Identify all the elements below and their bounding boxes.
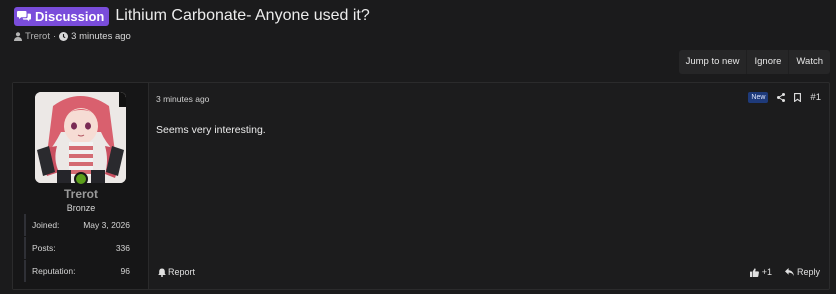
prefix-label: Discussion: [35, 8, 105, 24]
bookmark-icon[interactable]: [794, 93, 802, 102]
report-label: Report: [168, 267, 196, 277]
thread-header: Discussion Lithium Carbonate- Anyone use…: [14, 6, 370, 42]
online-status-indicator: [74, 172, 88, 186]
user-icon: [14, 32, 22, 41]
stat-value: 96: [120, 266, 130, 276]
post-date[interactable]: 3 minutes ago: [156, 94, 209, 104]
reply-icon: [784, 268, 794, 276]
post-actions-top: New #1: [748, 92, 821, 103]
reply-button[interactable]: Reply: [784, 267, 820, 277]
post-body: Seems very interesting.: [156, 124, 266, 136]
thread-author-link[interactable]: Trerot: [25, 31, 50, 42]
thread-title: Lithium Carbonate- Anyone used it?: [115, 7, 370, 24]
thread-title-row: Discussion Lithium Carbonate- Anyone use…: [14, 6, 370, 26]
bell-icon: [158, 268, 166, 277]
report-link[interactable]: Report: [158, 267, 195, 277]
post-main: 3 minutes ago New #1 Seems very interest…: [150, 83, 829, 289]
post-actions-bottom: +1 Reply: [749, 267, 820, 277]
stat-row-posts: Posts: 336: [24, 237, 135, 259]
thread-meta: Trerot · 3 minutes ago: [14, 31, 370, 42]
thread-button-group: Jump to new Ignore Watch: [678, 50, 830, 74]
new-badge: New: [748, 92, 769, 103]
chat-bubbles-icon: [17, 10, 31, 22]
ignore-button[interactable]: Ignore: [746, 50, 788, 74]
stat-label: Reputation:: [32, 266, 76, 276]
meta-separator: ·: [52, 31, 57, 42]
user-title: Bronze: [66, 203, 96, 213]
reply-label: Reply: [796, 267, 820, 277]
react-button[interactable]: +1: [749, 267, 772, 277]
stat-value: May 3, 2026: [83, 220, 130, 230]
post: Trerot Bronze Joined: May 3, 2026 Posts:…: [12, 82, 830, 290]
post-user-cell: Trerot Bronze Joined: May 3, 2026 Posts:…: [13, 83, 149, 289]
share-icon[interactable]: [777, 93, 786, 102]
stat-value[interactable]: 336: [116, 243, 130, 253]
user-stats: Joined: May 3, 2026 Posts: 336 Reputatio…: [24, 214, 135, 283]
watch-button[interactable]: Watch: [788, 50, 830, 74]
avatar[interactable]: [35, 92, 126, 183]
stat-label: Joined:: [32, 220, 60, 230]
reaction-label: +1: [761, 267, 772, 277]
stat-row-reputation: Reputation: 96: [24, 260, 135, 282]
stat-label: Posts:: [32, 243, 56, 253]
thread-start-date[interactable]: 3 minutes ago: [71, 31, 131, 42]
thumbs-up-icon: [749, 267, 759, 277]
post-number[interactable]: #1: [810, 92, 821, 103]
username[interactable]: Trerot: [13, 187, 149, 201]
stat-row-joined: Joined: May 3, 2026: [24, 214, 135, 236]
prefix-badge[interactable]: Discussion: [14, 6, 110, 26]
clock-icon: [59, 32, 69, 41]
jump-to-new-button[interactable]: Jump to new: [679, 50, 747, 74]
